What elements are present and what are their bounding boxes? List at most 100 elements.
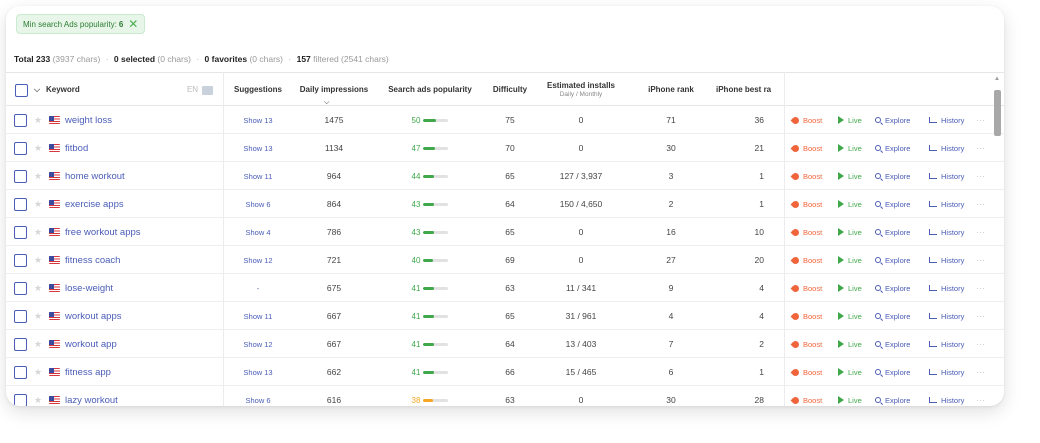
keyword-link[interactable]: weight loss bbox=[65, 115, 112, 126]
keyword-cell[interactable]: workout app bbox=[49, 330, 219, 358]
row-checkbox[interactable] bbox=[14, 302, 28, 330]
more-icon[interactable]: ··· bbox=[976, 106, 985, 134]
boost-button[interactable]: Boost bbox=[790, 302, 822, 330]
history-button[interactable]: History bbox=[929, 134, 964, 162]
suggestions-link[interactable]: Show 4 bbox=[245, 228, 270, 237]
live-button[interactable]: Live bbox=[838, 302, 862, 330]
table-row[interactable]: ★ workout apps Show 11 667 41 65 31 / 96… bbox=[6, 302, 1004, 330]
col-keyword[interactable]: Keyword bbox=[46, 73, 96, 107]
star-icon[interactable]: ★ bbox=[34, 106, 44, 134]
vertical-scrollbar[interactable]: ▲ bbox=[993, 76, 1002, 406]
more-icon[interactable]: ··· bbox=[976, 302, 985, 330]
explore-button[interactable]: Explore bbox=[875, 358, 910, 386]
suggestions-link[interactable]: Show 11 bbox=[244, 312, 273, 321]
filter-chip[interactable]: Min search Ads popularity: 6 ✕ bbox=[16, 14, 146, 34]
boost-button[interactable]: Boost bbox=[790, 218, 822, 246]
more-icon[interactable]: ··· bbox=[976, 386, 985, 406]
keyword-cell[interactable]: lazy workout bbox=[49, 386, 219, 406]
table-row[interactable]: ★ exercise apps Show 6 864 43 64 150 / 4… bbox=[6, 190, 1004, 218]
suggestions-link[interactable]: Show 13 bbox=[243, 116, 272, 125]
boost-button[interactable]: Boost bbox=[790, 330, 822, 358]
table-row[interactable]: ★ fitness app Show 13 662 41 66 15 / 465… bbox=[6, 358, 1004, 386]
row-checkbox[interactable] bbox=[14, 330, 28, 358]
row-checkbox[interactable] bbox=[14, 274, 28, 302]
more-icon[interactable]: ··· bbox=[976, 218, 985, 246]
explore-button[interactable]: Explore bbox=[875, 162, 910, 190]
history-button[interactable]: History bbox=[929, 386, 964, 406]
live-button[interactable]: Live bbox=[838, 386, 862, 406]
table-row[interactable]: ★ fitness coach Show 12 721 40 69 0 27 2… bbox=[6, 246, 1004, 274]
explore-button[interactable]: Explore bbox=[875, 246, 910, 274]
keyword-link[interactable]: workout app bbox=[65, 339, 117, 350]
star-icon[interactable]: ★ bbox=[34, 358, 44, 386]
history-button[interactable]: History bbox=[929, 358, 964, 386]
suggestions-link[interactable]: - bbox=[257, 284, 260, 293]
history-button[interactable]: History bbox=[929, 274, 964, 302]
col-installs[interactable]: Estimated installs Daily / Monthly bbox=[538, 73, 624, 107]
row-checkbox[interactable] bbox=[14, 246, 28, 274]
explore-button[interactable]: Explore bbox=[875, 386, 910, 406]
history-button[interactable]: History bbox=[929, 218, 964, 246]
live-button[interactable]: Live bbox=[838, 358, 862, 386]
keyword-link[interactable]: fitbod bbox=[65, 143, 88, 154]
live-button[interactable]: Live bbox=[838, 190, 862, 218]
star-icon[interactable]: ★ bbox=[34, 302, 44, 330]
row-checkbox[interactable] bbox=[14, 190, 28, 218]
explore-button[interactable]: Explore bbox=[875, 302, 910, 330]
boost-button[interactable]: Boost bbox=[790, 274, 822, 302]
more-icon[interactable]: ··· bbox=[976, 162, 985, 190]
history-button[interactable]: History bbox=[929, 106, 964, 134]
keyword-cell[interactable]: workout apps bbox=[49, 302, 219, 330]
scrollbar-thumb[interactable] bbox=[994, 90, 1001, 136]
boost-button[interactable]: Boost bbox=[790, 358, 822, 386]
explore-button[interactable]: Explore bbox=[875, 274, 910, 302]
boost-button[interactable]: Boost bbox=[790, 134, 822, 162]
suggestions-link[interactable]: Show 6 bbox=[245, 200, 270, 209]
table-row[interactable]: ★ fitbod Show 13 1134 47 70 0 30 21 Boos… bbox=[6, 134, 1004, 162]
more-icon[interactable]: ··· bbox=[976, 190, 985, 218]
live-button[interactable]: Live bbox=[838, 106, 862, 134]
col-impressions[interactable]: Daily impressions bbox=[292, 73, 376, 107]
live-button[interactable]: Live bbox=[838, 246, 862, 274]
close-icon[interactable]: ✕ bbox=[128, 18, 138, 30]
table-row[interactable]: ★ free workout apps Show 4 786 43 65 0 1… bbox=[6, 218, 1004, 246]
more-icon[interactable]: ··· bbox=[976, 274, 985, 302]
keyword-link[interactable]: lose-weight bbox=[65, 283, 113, 294]
live-button[interactable]: Live bbox=[838, 274, 862, 302]
explore-button[interactable]: Explore bbox=[875, 106, 910, 134]
lang-switch[interactable]: EN bbox=[182, 73, 218, 107]
star-icon[interactable]: ★ bbox=[34, 386, 44, 406]
table-row[interactable]: ★ weight loss Show 13 1475 50 75 0 71 36… bbox=[6, 106, 1004, 134]
boost-button[interactable]: Boost bbox=[790, 162, 822, 190]
select-all-checkbox[interactable] bbox=[14, 73, 28, 107]
table-row[interactable]: ★ home workout Show 11 964 44 65 127 / 3… bbox=[6, 162, 1004, 190]
keyword-link[interactable]: fitness coach bbox=[65, 255, 120, 266]
star-icon[interactable]: ★ bbox=[34, 274, 44, 302]
more-icon[interactable]: ··· bbox=[976, 358, 985, 386]
keyword-cell[interactable]: home workout bbox=[49, 162, 219, 190]
history-button[interactable]: History bbox=[929, 330, 964, 358]
star-icon[interactable]: ★ bbox=[34, 162, 44, 190]
explore-button[interactable]: Explore bbox=[875, 218, 910, 246]
keyword-cell[interactable]: free workout apps bbox=[49, 218, 219, 246]
live-button[interactable]: Live bbox=[838, 134, 862, 162]
keyword-link[interactable]: exercise apps bbox=[65, 199, 124, 210]
history-button[interactable]: History bbox=[929, 246, 964, 274]
table-row[interactable]: ★ workout app Show 12 667 41 64 13 / 403… bbox=[6, 330, 1004, 358]
keyword-cell[interactable]: fitbod bbox=[49, 134, 219, 162]
col-best-rank[interactable]: iPhone best ra bbox=[716, 73, 786, 107]
boost-button[interactable]: Boost bbox=[790, 106, 822, 134]
keyword-link[interactable]: home workout bbox=[65, 171, 125, 182]
star-icon[interactable]: ★ bbox=[34, 330, 44, 358]
table-row[interactable]: ★ lazy workout Show 6 616 38 63 0 30 28 … bbox=[6, 386, 1004, 406]
keyword-link[interactable]: free workout apps bbox=[65, 227, 141, 238]
star-icon[interactable]: ★ bbox=[34, 218, 44, 246]
col-difficulty[interactable]: Difficulty bbox=[484, 73, 536, 107]
explore-button[interactable]: Explore bbox=[875, 134, 910, 162]
boost-button[interactable]: Boost bbox=[790, 386, 822, 406]
more-icon[interactable]: ··· bbox=[976, 330, 985, 358]
history-button[interactable]: History bbox=[929, 302, 964, 330]
keyword-cell[interactable]: weight loss bbox=[49, 106, 219, 134]
live-button[interactable]: Live bbox=[838, 162, 862, 190]
explore-button[interactable]: Explore bbox=[875, 190, 910, 218]
